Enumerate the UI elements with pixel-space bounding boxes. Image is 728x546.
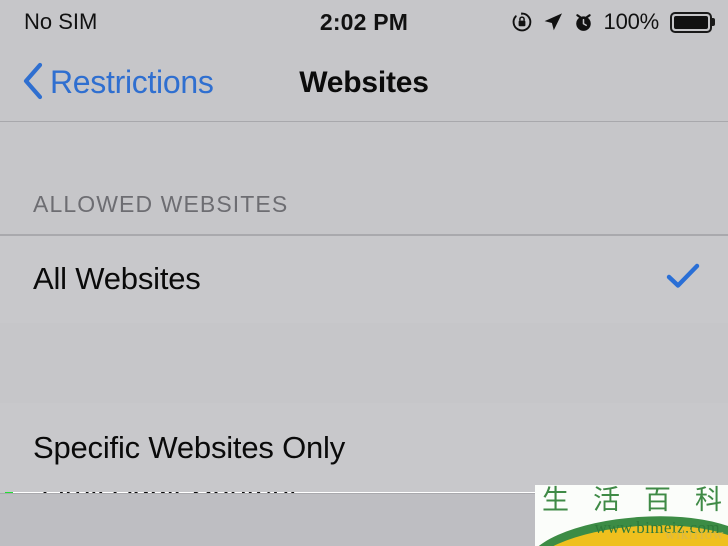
section-header-allowed-websites: ALLOWED WEBSITES (33, 191, 289, 217)
list-item-label: All Websites (33, 260, 201, 296)
watermark-logo-text: 生 活 百 科 (542, 487, 722, 514)
iphone-screen: No SIM 2:02 PM 100% Restrictions Website… (0, 0, 728, 546)
alarm-clock-icon (573, 12, 594, 33)
watermark-ghost-text: wikiHow (664, 527, 724, 543)
watermark-char: 活 (593, 485, 620, 516)
list-item-specific-websites-only[interactable]: Specific Websites Only (0, 403, 728, 492)
watermark: 生 活 百 科 www.bimeiz.com wikiHow (535, 485, 728, 546)
status-bar-right-group: 100% (511, 9, 715, 35)
rotation-lock-icon (511, 11, 533, 33)
status-bar: No SIM 2:02 PM 100% (0, 0, 728, 44)
list-item-all-websites[interactable]: All Websites (0, 234, 728, 323)
watermark-char: 科 (695, 485, 722, 516)
watermark-char: 百 (644, 485, 671, 516)
settings-table: ALLOWED WEBSITES All Websites Limit Adul… (0, 123, 728, 546)
battery-icon (670, 11, 715, 33)
watermark-char: 生 (542, 485, 569, 516)
row-separator (0, 234, 728, 236)
navigation-bar: Restrictions Websites (0, 44, 728, 122)
battery-nub (711, 18, 715, 26)
page-title: Websites (299, 65, 429, 99)
list-item-label: Specific Websites Only (33, 429, 346, 465)
battery-percent-label: 100% (603, 9, 660, 34)
battery-fill (674, 15, 708, 29)
checkmark-icon (666, 262, 700, 295)
location-arrow-icon (542, 11, 564, 33)
